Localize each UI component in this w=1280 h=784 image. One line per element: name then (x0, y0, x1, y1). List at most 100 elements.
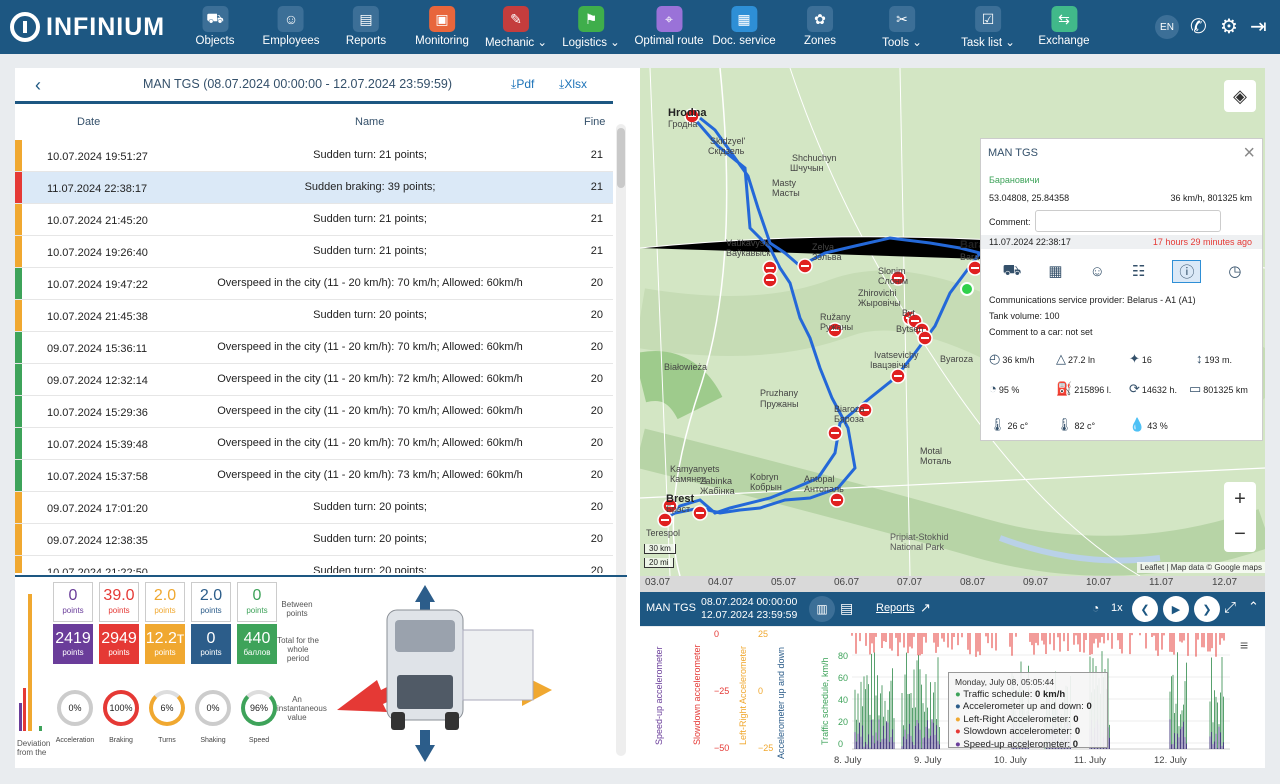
table-row[interactable]: 10.07.2024 15:37:58 Overspeed in the city… (15, 460, 613, 492)
truck-tab-icon[interactable]: ⛟ (1003, 262, 1022, 281)
column-fine[interactable]: Fine (584, 116, 605, 128)
scrollbar-thumb[interactable] (617, 128, 625, 188)
date-timeline[interactable]: 03.07 04.07 05.07 06.07 07.07 08.07 09.07 10.07… (640, 576, 1265, 592)
table-row[interactable]: 09.07.2024 12:32:14 Overspeed in the city… (15, 364, 613, 396)
stop-marker[interactable] (657, 512, 673, 528)
timeline-date[interactable]: 07.07 (897, 577, 922, 588)
wrench-icon: ✎ (503, 6, 529, 32)
table-row[interactable]: 10.07.2024 19:26:40 Sudden turn: 21 point… (15, 236, 613, 268)
comment-input[interactable] (1035, 210, 1221, 232)
language-button[interactable]: EN (1155, 15, 1179, 39)
nav-reports[interactable]: ▤ Reports (346, 6, 386, 47)
nav-mechanic[interactable]: ✎ Mechanic ⌄ (485, 6, 547, 49)
row-name: Sudden turn: 21 points; (313, 245, 427, 257)
tick-label: −25 (758, 743, 774, 753)
timeline-date[interactable]: 06.07 (834, 577, 859, 588)
stop-marker[interactable] (797, 258, 813, 274)
map-city-label: Antopal (804, 474, 835, 484)
chart-icon[interactable]: ▥ (809, 596, 835, 622)
device-tab-icon[interactable]: ☷ (1132, 262, 1145, 280)
map-attribution[interactable]: Leaflet | Map data © Google maps (1137, 562, 1265, 573)
nav-zones[interactable]: ✿ Zones (804, 6, 836, 47)
table-row[interactable]: 09.07.2024 15:36:11 Overspeed in the city… (15, 332, 613, 364)
timeline-date[interactable]: 04.07 (708, 577, 733, 588)
logout-icon[interactable]: ⇥ (1250, 14, 1267, 39)
tooltip-line: ● Traffic schedule: 0 km/h (955, 689, 1101, 702)
table-row[interactable]: 10.07.2024 21:45:20 Sudden turn: 21 point… (15, 204, 613, 236)
timeline-date[interactable]: 12.07 (1212, 577, 1237, 588)
row-date: 09.07.2024 12:38:35 (47, 535, 148, 547)
timeline-date[interactable]: 03.07 (645, 577, 670, 588)
stop-marker[interactable] (890, 368, 906, 384)
phone-icon[interactable]: ✆ (1190, 14, 1207, 39)
timeline-date[interactable]: 05.07 (771, 577, 796, 588)
column-name[interactable]: Name (355, 116, 384, 128)
unit: points (108, 606, 130, 615)
stop-marker[interactable] (762, 272, 778, 288)
stop-marker[interactable] (692, 505, 708, 521)
clock-tab-icon[interactable]: ◷ (1228, 262, 1241, 280)
timeline-date[interactable]: 08.07 (960, 577, 985, 588)
chart-menu-icon[interactable]: ≡ (1240, 637, 1248, 653)
back-icon[interactable]: ‹ (35, 75, 41, 96)
row-date: 11.07.2024 22:38:17 (47, 183, 148, 195)
tick-label: 25 (758, 629, 769, 639)
next-button[interactable]: ❯ (1194, 596, 1220, 622)
nav-tools[interactable]: ✂ Tools ⌄ (882, 6, 922, 49)
table-row[interactable]: 10.07.2024 15:39:48 Overspeed in the city… (15, 428, 613, 460)
map-city-label: Ivatsevichy (874, 350, 919, 360)
logo[interactable]: INFINIUM (10, 12, 165, 42)
clipboard-icon[interactable]: ▤ (840, 600, 853, 617)
driver-tab-icon[interactable]: ☺ (1090, 263, 1105, 280)
table-row[interactable]: 09.07.2024 12:38:35 Sudden turn: 20 point… (15, 524, 613, 556)
document-icon: ▦ (731, 6, 757, 32)
nav-optimal-route[interactable]: ⌖ Optimal route (634, 6, 704, 47)
play-button[interactable]: ▶ (1163, 596, 1189, 622)
gear-icon[interactable]: ⚙ (1220, 14, 1238, 39)
table-row[interactable]: 10.07.2024 15:29:36 Overspeed in the city… (15, 396, 613, 428)
nav-monitoring[interactable]: ▣ Monitoring (415, 6, 469, 47)
table-row[interactable]: 09.07.2024 17:01:20 Sudden turn: 20 point… (15, 492, 613, 524)
zoom-out-button[interactable]: − (1224, 517, 1256, 552)
table-row[interactable]: 10.07.2024 19:47:22 Overspeed in the city… (15, 268, 613, 300)
stop-marker[interactable] (827, 425, 843, 441)
column-date[interactable]: Date (77, 116, 100, 128)
stop-marker[interactable] (829, 492, 845, 508)
value: 2.0 (153, 587, 177, 604)
reports-link[interactable]: Reports (876, 602, 915, 614)
timeline-date[interactable]: 09.07 (1023, 577, 1048, 588)
timeline-date[interactable]: 10.07 (1086, 577, 1111, 588)
nav-employees[interactable]: ☺ Employees (263, 6, 319, 47)
table-row[interactable]: 10.07.2024 21:45:38 Sudden turn: 20 point… (15, 300, 613, 332)
nav-doc-service[interactable]: ▦ Doc. service (712, 6, 776, 47)
unit: points (246, 606, 268, 615)
info-tab-icon[interactable]: ⓘ (1172, 259, 1202, 283)
speed-gauge-icon[interactable]: ◔ (1092, 601, 1099, 615)
nav-objects[interactable]: ⛟ Objects (196, 6, 235, 47)
layers-icon[interactable]: ◈ (1224, 80, 1256, 112)
xlsx-export-button[interactable]: ⤓Xlsx (559, 77, 587, 92)
zoom-in-button[interactable]: + (1224, 482, 1256, 517)
external-link-icon[interactable]: ↗ (920, 600, 931, 616)
nav-exchange[interactable]: ⇆ Exchange (1038, 6, 1090, 47)
nav-logistics[interactable]: ⚑ Logistics ⌄ (562, 6, 620, 49)
park-label: Pripiat-Stokhid National Park (890, 532, 949, 552)
playback-speed[interactable]: 1x (1111, 602, 1123, 614)
fullscreen-icon[interactable]: ⤢ (1224, 599, 1236, 616)
previous-button[interactable]: ❮ (1132, 596, 1158, 622)
nav-task-list[interactable]: ☑ Task list ⌄ (961, 6, 1015, 49)
map-city-label: Ружаны (820, 322, 854, 332)
close-icon[interactable]: × (1243, 142, 1255, 165)
collapse-icon[interactable]: ⌃ (1248, 599, 1259, 615)
pdf-export-button[interactable]: ⤓Pdf (511, 77, 534, 92)
row-name: Sudden turn: 21 points; (313, 213, 427, 225)
map-city-label: Жыровічы (858, 298, 901, 308)
table-row[interactable]: 11.07.2024 22:38:17 Sudden braking: 39 po… (15, 172, 613, 204)
calendar-tab-icon[interactable]: ▦ (1048, 262, 1062, 280)
scrollbar[interactable] (616, 124, 626, 756)
timeline-date[interactable]: 11.07 (1149, 577, 1173, 588)
unit: points (200, 606, 222, 615)
table-row[interactable]: 10.07.2024 19:51:27 Sudden turn: 21 point… (15, 140, 613, 172)
table-row[interactable]: 10.07.2024 21:22:50 Sudden turn: 20 point… (15, 556, 613, 573)
tick-label: 0 (758, 686, 764, 696)
